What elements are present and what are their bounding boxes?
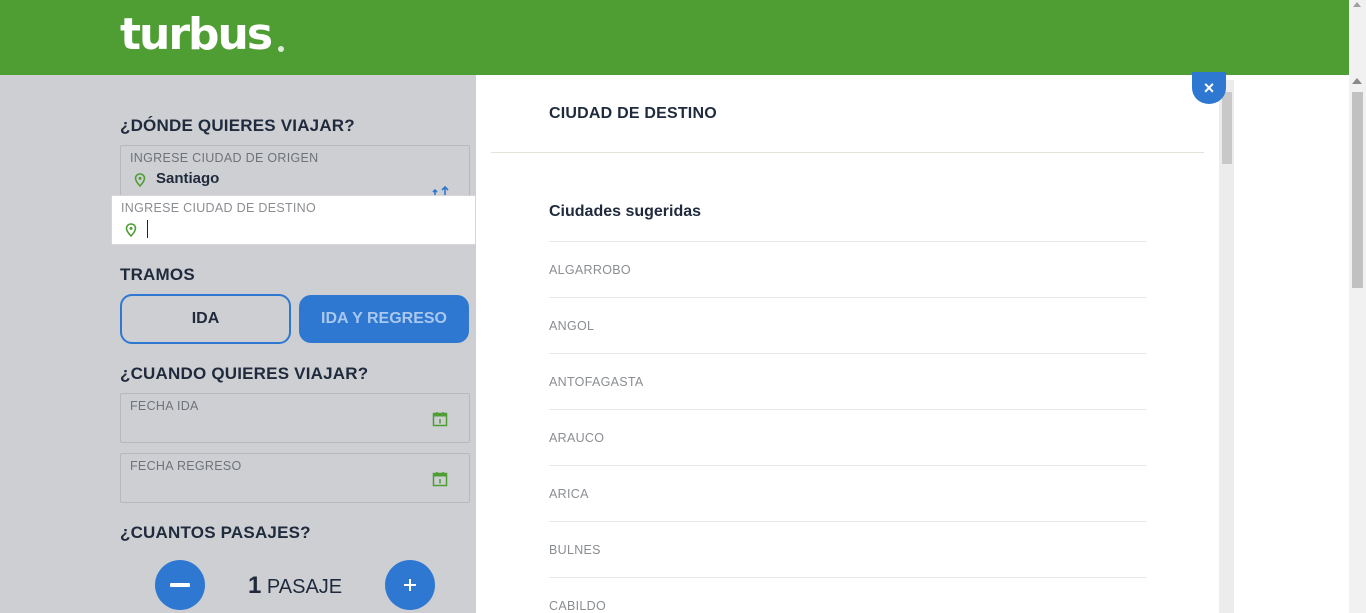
passenger-count: 1 PASAJE xyxy=(248,572,342,600)
date-return-label: FECHA REGRESO xyxy=(130,459,242,473)
modal-scrollbar-thumb[interactable] xyxy=(1222,92,1232,164)
origin-field[interactable]: INGRESE CIUDAD DE ORIGEN Santiago xyxy=(120,145,470,197)
city-item[interactable]: ANTOFAGASTA xyxy=(549,353,1146,409)
passenger-unit: PASAJE xyxy=(266,576,343,598)
destination-modal: CIUDAD DE DESTINO Ciudades sugeridas ALG… xyxy=(476,75,1234,613)
decrease-passengers-button[interactable] xyxy=(155,560,205,610)
text-caret xyxy=(147,220,148,238)
destination-label: INGRESE CIUDAD DE DESTINO xyxy=(121,201,317,215)
city-item[interactable]: ARAUCO xyxy=(549,409,1146,465)
legs-title: TRAMOS xyxy=(120,265,195,284)
date-out-field[interactable]: FECHA IDA xyxy=(120,393,470,443)
page-scrollbar-thumb[interactable] xyxy=(1352,92,1363,288)
date-return-field[interactable]: FECHA REGRESO xyxy=(120,453,470,503)
registered-mark xyxy=(278,46,284,52)
city-item[interactable]: ANGOL xyxy=(549,297,1146,353)
close-modal-button[interactable]: × xyxy=(1192,72,1226,104)
close-icon: × xyxy=(1203,77,1215,98)
location-pin-icon xyxy=(134,173,146,187)
scroll-up-arrow-icon[interactable] xyxy=(1353,2,1361,7)
site-header: turbus xyxy=(0,0,1349,75)
suggested-cities-title: Ciudades sugeridas xyxy=(549,203,702,220)
modal-divider xyxy=(491,152,1204,153)
passenger-number: 1 xyxy=(248,572,262,599)
calendar-icon[interactable] xyxy=(432,411,448,427)
origin-label: INGRESE CIUDAD DE ORIGEN xyxy=(130,151,319,165)
one-way-button[interactable]: IDA xyxy=(120,294,291,344)
city-list: ALGARROBO ANGOL ANTOFAGASTA ARAUCO ARICA… xyxy=(549,241,1146,613)
how-many-title: ¿CUANTOS PASAJES? xyxy=(120,523,311,542)
city-item[interactable]: ARICA xyxy=(549,465,1146,521)
round-trip-button[interactable]: IDA Y REGRESO xyxy=(299,295,469,343)
location-pin-icon xyxy=(125,223,137,237)
increase-passengers-button[interactable] xyxy=(385,560,435,610)
when-title: ¿CUANDO QUIERES VIAJAR? xyxy=(120,364,369,383)
calendar-icon[interactable] xyxy=(432,471,448,487)
destination-field[interactable]: INGRESE CIUDAD DE DESTINO xyxy=(111,195,476,245)
city-item[interactable]: ALGARROBO xyxy=(549,241,1146,297)
city-item[interactable]: BULNES xyxy=(549,521,1146,577)
minus-icon xyxy=(170,583,190,587)
origin-value: Santiago xyxy=(156,170,220,187)
modal-title: CIUDAD DE DESTINO xyxy=(549,105,717,122)
turbus-logo[interactable]: turbus xyxy=(120,10,273,60)
scroll-up-arrow-icon[interactable] xyxy=(1352,78,1362,84)
plus-icon xyxy=(404,579,416,591)
where-title: ¿DÓNDE QUIERES VIAJAR? xyxy=(120,116,355,135)
city-item[interactable]: CABILDO xyxy=(549,577,1146,613)
date-out-label: FECHA IDA xyxy=(130,399,199,413)
